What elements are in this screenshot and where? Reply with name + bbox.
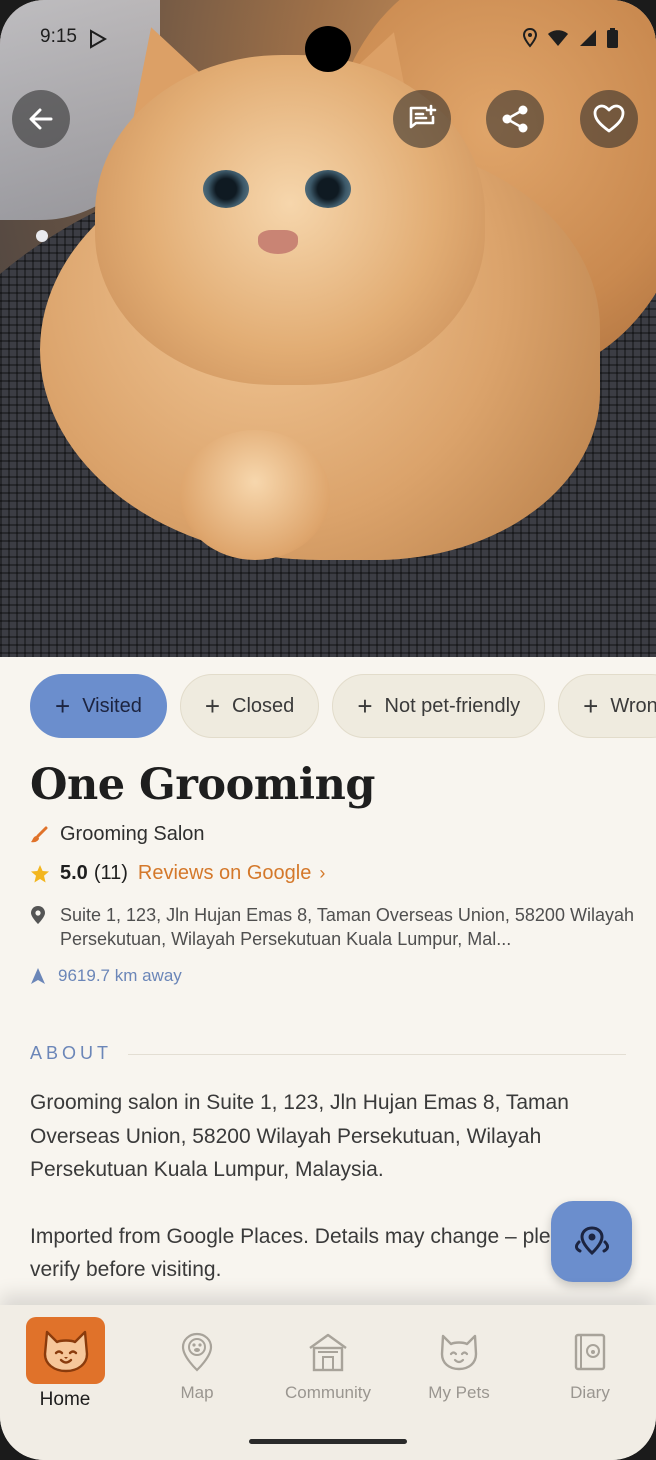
map-location-button[interactable] bbox=[551, 1201, 632, 1282]
nav-community[interactable]: Community bbox=[268, 1327, 388, 1403]
back-arrow-icon bbox=[29, 108, 53, 130]
about-heading: ABOUT bbox=[30, 1043, 113, 1063]
wifi-icon bbox=[548, 30, 568, 46]
heart-icon bbox=[593, 104, 625, 133]
brush-icon bbox=[31, 826, 48, 842]
diary-book-icon bbox=[574, 1333, 606, 1371]
location-status-icon bbox=[523, 28, 537, 48]
add-review-button[interactable] bbox=[393, 90, 451, 148]
divider bbox=[128, 1054, 626, 1055]
nav-my-pets[interactable]: My Pets bbox=[399, 1327, 519, 1403]
chip-closed[interactable]: + Closed bbox=[179, 674, 320, 738]
plus-icon: + bbox=[357, 691, 373, 721]
hero-photo bbox=[0, 0, 656, 657]
nav-diary[interactable]: Diary bbox=[530, 1327, 650, 1403]
distance-row: 9619.7 km away bbox=[30, 966, 182, 986]
category-row: Grooming Salon bbox=[30, 823, 205, 846]
rating-value: 5.0 bbox=[60, 862, 88, 884]
cat-face-icon bbox=[43, 1330, 88, 1372]
rating-row: 5.0 (11) Reviews on Google › bbox=[30, 862, 325, 885]
back-button[interactable] bbox=[12, 90, 70, 148]
map-location-icon bbox=[574, 1225, 609, 1255]
category-label: Grooming Salon bbox=[60, 823, 205, 845]
about-section: Grooming salon in Suite 1, 123, Jln Huja… bbox=[30, 1086, 630, 1320]
place-title: One Grooming bbox=[30, 760, 375, 810]
about-import-note: Imported from Google Places. Details may… bbox=[30, 1224, 585, 1282]
cat-icon bbox=[440, 1334, 478, 1371]
distance-label: 9619.7 km away bbox=[58, 966, 182, 985]
phone-screen: 9:15 + Visited + Closed + Not pet-friendly … bbox=[0, 0, 656, 1460]
share-icon bbox=[502, 105, 528, 133]
signal-icon bbox=[580, 30, 596, 46]
location-pin-icon bbox=[31, 906, 45, 924]
nav-my-pets-label: My Pets bbox=[428, 1383, 490, 1402]
status-bar: 9:15 bbox=[0, 22, 656, 72]
plus-icon: + bbox=[55, 691, 71, 721]
about-description: Grooming salon in Suite 1, 123, Jln Huja… bbox=[30, 1091, 569, 1181]
nav-map[interactable]: Map bbox=[137, 1327, 257, 1403]
bottom-navigation: Home Map Community My Pets Diary bbox=[0, 1305, 656, 1460]
address-text: Suite 1, 123, Jln Hujan Emas 8, Taman Ov… bbox=[60, 905, 634, 949]
status-chip-row: + Visited + Closed + Not pet-friendly + Wron bbox=[30, 674, 656, 740]
battery-icon bbox=[607, 28, 618, 48]
navigation-arrow-icon bbox=[31, 968, 45, 984]
nav-map-label: Map bbox=[180, 1383, 214, 1402]
nav-home-button[interactable] bbox=[26, 1317, 105, 1384]
chevron-right-icon: › bbox=[319, 863, 326, 883]
share-button[interactable] bbox=[486, 90, 544, 148]
play-store-icon bbox=[90, 29, 107, 49]
nav-diary-label: Diary bbox=[570, 1383, 610, 1402]
community-house-icon bbox=[309, 1333, 347, 1372]
reviews-on-google-link[interactable]: Reviews on Google bbox=[138, 862, 311, 885]
camera-cutout bbox=[305, 26, 351, 72]
map-pin-paw-icon bbox=[181, 1332, 213, 1372]
nav-home-label: Home bbox=[39, 1389, 91, 1410]
chip-wrong-info[interactable]: + Wron bbox=[558, 674, 656, 738]
chip-visited[interactable]: + Visited bbox=[30, 674, 167, 738]
add-review-icon bbox=[409, 104, 437, 129]
plus-icon: + bbox=[204, 691, 221, 721]
chip-not-pet-friendly[interactable]: + Not pet-friendly bbox=[332, 674, 546, 738]
favorite-button[interactable] bbox=[580, 90, 638, 148]
status-time: 9:15 bbox=[40, 26, 77, 47]
plus-icon: + bbox=[583, 691, 599, 721]
star-icon bbox=[31, 864, 49, 882]
gesture-handle[interactable] bbox=[249, 1439, 407, 1444]
review-count: (11) bbox=[93, 862, 128, 884]
nav-community-label: Community bbox=[285, 1383, 371, 1402]
